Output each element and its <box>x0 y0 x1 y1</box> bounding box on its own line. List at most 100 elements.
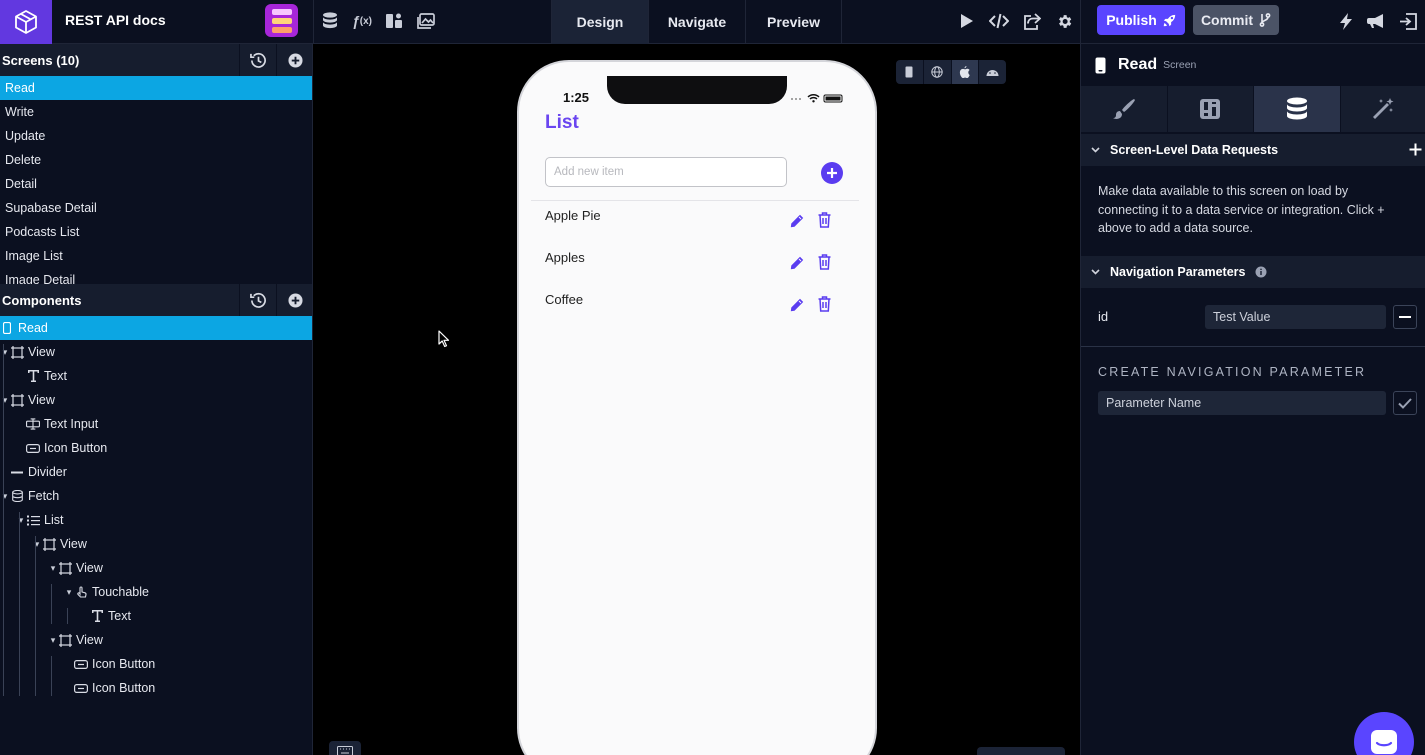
keyboard-icon[interactable] <box>329 741 361 755</box>
tab-configuration[interactable] <box>1168 86 1254 132</box>
tree-item[interactable]: ▾ View <box>0 556 312 580</box>
image-icon[interactable] <box>415 10 437 32</box>
tree-item-label: Text <box>44 369 67 383</box>
app-avatar-icon[interactable] <box>265 4 298 37</box>
trash-icon[interactable] <box>815 211 833 229</box>
caret-down-icon[interactable]: ▾ <box>48 563 58 574</box>
inspector-tabs <box>1081 86 1425 132</box>
commit-label: Commit <box>1200 12 1254 28</box>
megaphone-icon[interactable] <box>1365 10 1387 32</box>
list-item-label[interactable]: Apples <box>545 250 585 265</box>
caret-down-icon[interactable]: ▾ <box>16 515 26 526</box>
minus-icon <box>1399 316 1411 318</box>
add-screen-button[interactable] <box>276 44 312 76</box>
param-value-input[interactable]: Test Value <box>1205 305 1386 329</box>
phone-preview[interactable]: 1:25 List Add new item Apple Pie Apples Co… <box>517 60 877 755</box>
caret-down-icon[interactable]: ▾ <box>0 395 10 406</box>
design-canvas[interactable]: 1:25 List Add new item Apple Pie Apples Co… <box>314 44 1080 755</box>
screen-item[interactable]: Supabase Detail <box>0 196 312 220</box>
tree-item[interactable]: ▾ List <box>0 508 312 532</box>
tab-magic[interactable] <box>1341 86 1425 132</box>
tree-item[interactable]: Text <box>0 364 312 388</box>
nav-params-section[interactable]: Navigation Parameters <box>1081 256 1425 288</box>
tree-item[interactable]: Text <box>0 604 312 628</box>
tab-style[interactable] <box>1081 86 1168 132</box>
history-icon[interactable] <box>239 284 276 316</box>
add-component-button[interactable] <box>276 284 312 316</box>
list-icon <box>26 513 40 527</box>
caret-down-icon[interactable]: ▾ <box>0 347 10 358</box>
assets-icon[interactable] <box>383 10 405 32</box>
gear-icon[interactable] <box>1053 10 1075 32</box>
info-icon[interactable] <box>1255 266 1267 278</box>
trash-icon[interactable] <box>815 295 833 313</box>
screen-item[interactable]: Update <box>0 124 312 148</box>
function-icon[interactable]: ƒ (x) <box>350 10 374 32</box>
tree-item[interactable]: ▾ View <box>0 388 312 412</box>
tree-item[interactable]: ▾ Fetch <box>0 484 312 508</box>
code-icon[interactable] <box>988 10 1010 32</box>
add-item-button[interactable] <box>821 162 843 184</box>
create-param-label: CREATE NAVIGATION PARAMETER <box>1098 365 1367 379</box>
tree-item-label: Icon Button <box>92 657 156 671</box>
database-icon[interactable] <box>319 10 341 32</box>
tab-navigate[interactable]: Navigate <box>648 0 745 44</box>
tree-guide-line <box>19 512 20 696</box>
screen-item[interactable]: Detail <box>0 172 312 196</box>
tree-item[interactable]: ▾ View <box>0 628 312 652</box>
help-chat-button[interactable] <box>1354 712 1414 755</box>
pencil-icon[interactable] <box>788 254 806 272</box>
pencil-icon[interactable] <box>788 296 806 314</box>
tab-data[interactable] <box>1254 86 1341 132</box>
data-requests-section[interactable]: Screen-Level Data Requests <box>1081 134 1425 166</box>
tree-item-label: List <box>44 513 64 527</box>
parameter-name-input[interactable]: Parameter Name <box>1098 391 1386 415</box>
tree-item[interactable]: Icon Button <box>0 652 312 676</box>
tree-item[interactable]: Icon Button <box>0 676 312 700</box>
inspector-panel: Read Screen Screen-Level Data Requests M… <box>1080 44 1425 755</box>
android-icon[interactable] <box>979 60 1006 84</box>
remove-param-button[interactable] <box>1393 305 1417 329</box>
tree-item[interactable]: Divider <box>0 460 312 484</box>
tree-item[interactable]: Text Input <box>0 412 312 436</box>
draftbit-logo-icon[interactable] <box>0 0 52 44</box>
zoom-control[interactable] <box>977 747 1065 755</box>
list-item-label[interactable]: Coffee <box>545 292 583 307</box>
screen-item[interactable]: Read <box>0 76 312 100</box>
screen-item[interactable]: Image List <box>0 244 312 268</box>
screen-item[interactable]: Delete <box>0 148 312 172</box>
apple-icon[interactable] <box>951 60 980 84</box>
tab-design[interactable]: Design <box>551 0 648 44</box>
commit-button[interactable]: Commit <box>1193 5 1279 35</box>
components-header: Components <box>0 284 312 316</box>
divider <box>531 200 859 201</box>
add-item-input[interactable]: Add new item <box>545 157 787 187</box>
play-icon[interactable] <box>956 10 978 32</box>
tree-item[interactable]: ▾ View <box>0 532 312 556</box>
caret-down-icon[interactable]: ▾ <box>0 491 10 502</box>
caret-down-icon[interactable]: ▾ <box>48 635 58 646</box>
log-out-icon[interactable] <box>1397 10 1419 32</box>
tree-item[interactable]: Icon Button <box>0 436 312 460</box>
caret-down-icon[interactable]: ▾ <box>32 539 42 550</box>
screen-item[interactable]: Podcasts List <box>0 220 312 244</box>
tree-item[interactable]: Read <box>0 316 312 340</box>
history-icon[interactable] <box>239 44 276 76</box>
tab-preview[interactable]: Preview <box>745 0 842 44</box>
app-title[interactable]: REST API docs <box>65 12 166 28</box>
publish-button[interactable]: Publish <box>1097 5 1185 35</box>
tree-item[interactable]: ▾ View <box>0 340 312 364</box>
trash-icon[interactable] <box>815 253 833 271</box>
globe-icon[interactable] <box>924 60 952 84</box>
lightning-icon[interactable] <box>1335 10 1357 32</box>
list-item-label[interactable]: Apple Pie <box>545 208 601 223</box>
caret-down-icon[interactable]: ▾ <box>64 587 74 598</box>
pencil-icon[interactable] <box>788 212 806 230</box>
confirm-param-button[interactable] <box>1393 391 1417 415</box>
screen-item[interactable]: Write <box>0 100 312 124</box>
mobile-icon[interactable] <box>896 60 924 84</box>
share-icon[interactable] <box>1021 10 1043 32</box>
tree-item-label: Divider <box>28 465 67 479</box>
tree-item[interactable]: ▾ Touchable <box>0 580 312 604</box>
add-data-request-button[interactable] <box>1409 143 1422 156</box>
